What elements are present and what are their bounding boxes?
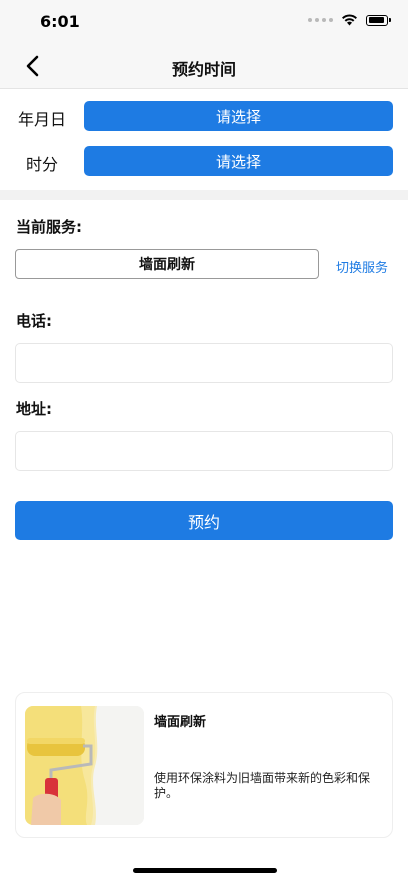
time-picker-row: 时分 请选择 <box>0 146 408 176</box>
status-time: 6:01 <box>40 12 80 31</box>
status-bar: 6:01 <box>0 0 408 44</box>
time-select-button[interactable]: 请选择 <box>84 146 393 176</box>
date-label: 年月日 <box>17 110 66 129</box>
phone-input[interactable] <box>15 343 393 383</box>
address-label: 地址: <box>16 400 52 418</box>
switch-service-link[interactable]: 切换服务 <box>336 257 388 276</box>
current-service-label: 当前服务: <box>16 218 82 236</box>
section-divider <box>0 190 408 200</box>
home-indicator <box>133 868 277 873</box>
date-select-button[interactable]: 请选择 <box>84 101 393 131</box>
paint-roller-image <box>25 706 144 825</box>
card-description: 使用环保涂料为旧墙面带来新的色彩和保护。 <box>154 771 371 800</box>
time-label: 时分 <box>25 155 58 174</box>
card-title: 墙面刷新 <box>154 715 207 730</box>
page-title: 预约时间 <box>171 60 236 79</box>
date-picker-row: 年月日 请选择 <box>0 101 408 131</box>
status-icons <box>308 14 391 26</box>
submit-booking-button[interactable]: 预约 <box>15 501 393 540</box>
address-input[interactable] <box>15 431 393 471</box>
nav-bar: 预约时间 <box>0 44 408 89</box>
wifi-icon <box>342 14 357 26</box>
signal-icon <box>308 18 333 22</box>
service-card[interactable]: 墙面刷新 使用环保涂料为旧墙面带来新的色彩和保护。 <box>15 692 393 838</box>
current-service-value: 墙面刷新 <box>15 249 319 279</box>
battery-icon <box>366 14 391 26</box>
phone-label: 电话: <box>16 312 52 330</box>
